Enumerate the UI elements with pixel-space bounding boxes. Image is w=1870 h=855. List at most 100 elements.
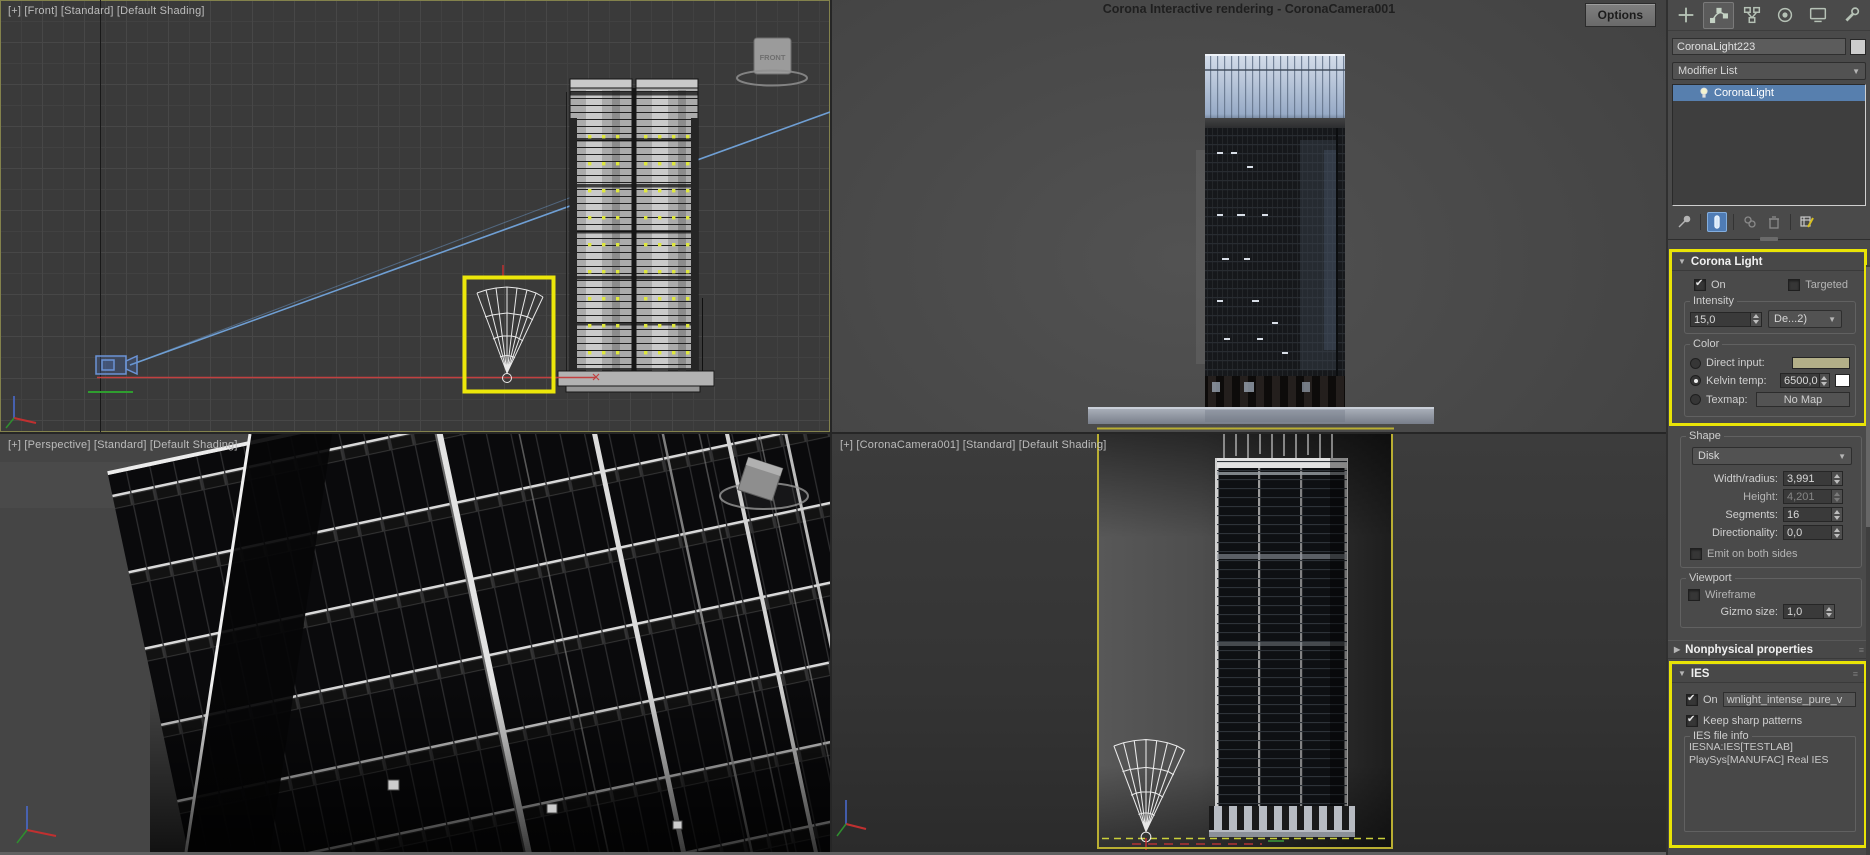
segments-spinner[interactable]: 16 <box>1783 507 1843 522</box>
rollout-title: Nonphysical properties <box>1685 643 1813 656</box>
light-gizmo-dots <box>644 118 694 356</box>
group-label: Shape <box>1686 430 1724 442</box>
emit-both-sides-checkbox[interactable]: Emit on both sides <box>1686 548 1856 560</box>
render-options-button[interactable]: Options <box>1584 3 1656 27</box>
expand-arrow-icon: ▶ <box>1674 645 1681 654</box>
light-gizmo-dots <box>578 118 628 356</box>
corona-camera-gizmo[interactable] <box>95 354 138 376</box>
display-tab-icon[interactable] <box>1802 2 1833 29</box>
viewport-camera-label[interactable]: [+] [CoronaCamera001] [Standard] [Defaul… <box>840 439 1107 451</box>
kelvin-radio[interactable] <box>1690 375 1701 386</box>
viewport-perspective[interactable]: [+] [Perspective] [Standard] [Default Sh… <box>0 434 830 852</box>
viewport-perspective-label[interactable]: [+] [Perspective] [Standard] [Default Sh… <box>8 439 238 451</box>
kelvin-row: Kelvin temp: 6500,0 <box>1690 373 1850 388</box>
utilities-tab-icon[interactable] <box>1835 2 1866 29</box>
viewport-splitter-horizontal[interactable] <box>0 432 1666 434</box>
rollout-header-corona-light[interactable]: ▼ Corona Light <box>1672 252 1864 271</box>
intensity-spinner[interactable]: 15,0 <box>1690 311 1762 327</box>
panel-scrollbar[interactable] <box>1866 265 1870 855</box>
group-label: Intensity <box>1690 295 1737 307</box>
gizmo-size-spinner[interactable]: 1,0 <box>1783 604 1835 619</box>
remove-modifier-icon[interactable] <box>1764 212 1784 232</box>
modifier-stack[interactable]: CoronaLight <box>1672 84 1866 206</box>
object-color-swatch[interactable] <box>1850 38 1866 55</box>
width-radius-row: Width/radius: 3,991 <box>1686 471 1856 486</box>
stack-item-label: CoronaLight <box>1714 87 1774 99</box>
checkbox-icon[interactable] <box>1788 279 1801 291</box>
command-panel-tabs <box>1668 0 1870 31</box>
rollout-header-nonphysical[interactable]: ▶ Nonphysical properties ≡ <box>1668 640 1870 659</box>
command-panel: CoronaLight223 Modifier List ▼ CoronaLig… <box>1668 0 1870 855</box>
ies-light-cone-gizmo[interactable] <box>476 286 544 383</box>
object-name-field[interactable]: CoronaLight223 <box>1672 38 1846 55</box>
camera-view-building <box>1209 434 1355 837</box>
texmap-button[interactable]: No Map <box>1756 392 1850 407</box>
front-viewport-canvas[interactable]: FRONT <box>0 0 830 432</box>
intensity-units-dropdown[interactable]: De...2) ▼ <box>1768 310 1842 328</box>
height-row: Height: 4,201 <box>1686 489 1856 504</box>
ies-file-field[interactable]: wnlight_intense_pure_v <box>1722 692 1856 707</box>
motion-tab-icon[interactable] <box>1769 2 1800 29</box>
viewport-camera[interactable]: [+] [CoronaCamera001] [Standard] [Defaul… <box>832 434 1666 852</box>
shape-group: Shape Disk ▼ Width/radius: 3,991 Height:… <box>1680 430 1862 568</box>
width-radius-spinner[interactable]: 3,991 <box>1783 471 1843 486</box>
show-end-result-icon[interactable] <box>1707 212 1727 232</box>
viewport-splitter-vertical[interactable] <box>830 0 832 852</box>
direct-input-color-swatch[interactable] <box>1792 357 1850 369</box>
hierarchy-tab-icon[interactable] <box>1736 2 1767 29</box>
configure-modifier-sets-icon[interactable] <box>1797 212 1817 232</box>
directionality-row: Directionality: 0,0 <box>1686 525 1856 540</box>
checkbox-icon[interactable] <box>1690 548 1702 560</box>
ies-on-checkbox[interactable] <box>1686 693 1698 706</box>
modifier-list-label: Modifier List <box>1678 65 1738 77</box>
intensity-group: Intensity 15,0 De...2) ▼ <box>1684 295 1856 334</box>
viewport-front[interactable]: [+] [Front] [Standard] [Default Shading] <box>0 0 830 432</box>
keep-sharp-patterns-checkbox[interactable]: Keep sharp patterns <box>1686 714 1856 727</box>
rollout-title: IES <box>1690 667 1710 680</box>
building-front-elevation[interactable] <box>557 78 715 393</box>
group-label: Viewport <box>1686 572 1735 584</box>
create-tab-icon[interactable] <box>1670 2 1701 29</box>
rendered-building <box>1088 54 1434 424</box>
wireframe-checkbox[interactable]: Wireframe <box>1688 589 1856 601</box>
ies-file-info-group: IES file info IESNA:IES[TESTLAB] PlaySys… <box>1684 730 1856 832</box>
texmap-radio[interactable] <box>1690 394 1701 405</box>
ies-highlight-box: ▼ IES ≡ On wnlight_intense_pure_v Keep s… <box>1669 661 1867 848</box>
3dsmax-window: [+] [Front] [Standard] [Default Shading] <box>0 0 1870 855</box>
modify-tab-icon[interactable] <box>1703 1 1734 29</box>
height-spinner: 4,201 <box>1783 489 1843 504</box>
make-unique-icon[interactable] <box>1740 212 1760 232</box>
axis-tripod-perspective <box>16 806 57 844</box>
chevron-down-icon: ▼ <box>1838 451 1846 461</box>
shape-type-dropdown[interactable]: Disk ▼ <box>1692 447 1852 465</box>
drag-handle-icon: ≡ <box>1852 668 1858 679</box>
stack-item-coronalight[interactable]: CoronaLight <box>1673 85 1865 101</box>
directionality-spinner[interactable]: 0,0 <box>1783 525 1843 540</box>
lower-shadow <box>150 684 830 852</box>
targeted-checkbox[interactable]: Targeted <box>1788 279 1848 291</box>
rollout-title: Corona Light <box>1690 255 1763 268</box>
chevron-down-icon: ▼ <box>1852 66 1860 76</box>
drag-handle-icon: ≡ <box>1858 644 1864 655</box>
group-label: IES file info <box>1690 730 1752 742</box>
corona-light-highlight-box: ▼ Corona Light On Targeted <box>1669 249 1867 426</box>
kelvin-color-swatch[interactable] <box>1835 374 1850 387</box>
viewport-front-label[interactable]: [+] [Front] [Standard] [Default Shading] <box>8 5 205 17</box>
viewport-corona-render[interactable]: Corona Interactive rendering - CoronaCam… <box>832 0 1666 432</box>
checkbox-checked-icon[interactable] <box>1694 278 1706 291</box>
rollout-header-ies[interactable]: ▼ IES ≡ <box>1672 664 1864 683</box>
modifier-list-dropdown[interactable]: Modifier List ▼ <box>1672 62 1866 80</box>
viewcube[interactable]: FRONT <box>736 37 808 87</box>
pin-stack-icon[interactable] <box>1674 212 1694 232</box>
collapse-arrow-icon: ▼ <box>1678 257 1686 266</box>
perspective-canvas[interactable] <box>0 434 830 852</box>
direct-input-row: Direct input: <box>1690 357 1850 369</box>
kelvin-spinner[interactable]: 6500,0 <box>1780 373 1830 388</box>
checkbox-icon[interactable] <box>1688 589 1700 601</box>
rollout-area: ▼ Corona Light On Targeted <box>1668 249 1870 848</box>
direct-input-radio[interactable] <box>1690 357 1701 369</box>
checkbox-checked-icon[interactable] <box>1686 714 1698 727</box>
panel-separator[interactable] <box>1668 237 1870 247</box>
light-on-checkbox[interactable]: On <box>1694 278 1726 291</box>
camera-canvas[interactable] <box>832 434 1666 852</box>
